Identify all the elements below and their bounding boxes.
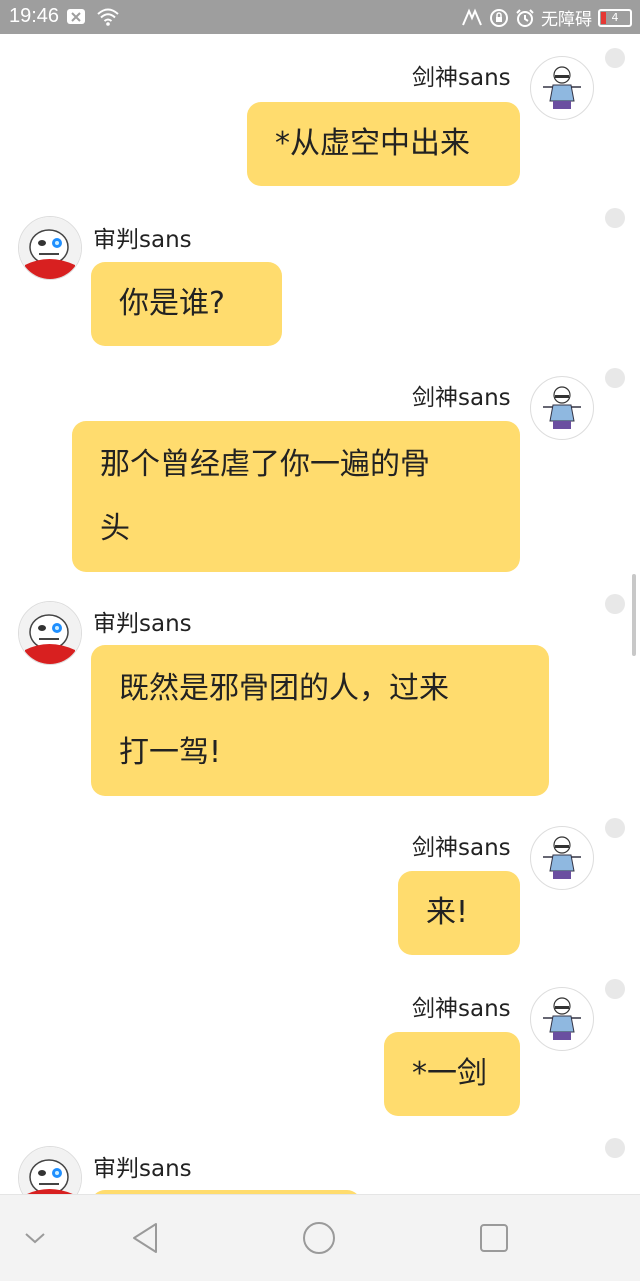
nfc-icon <box>462 7 482 25</box>
message-select-dot[interactable] <box>605 979 625 999</box>
sender-name: 审判sans <box>93 1156 192 1182</box>
accessibility-label: 无障碍 <box>541 10 592 30</box>
message-select-dot[interactable] <box>605 1138 625 1158</box>
sender-name: 剑神sans <box>412 65 511 91</box>
chevron-down-icon[interactable] <box>20 1221 50 1255</box>
sans-avatar-icon <box>543 997 581 1040</box>
notification-close-icon <box>67 9 85 24</box>
message-select-dot[interactable] <box>605 818 625 838</box>
avatar-shenpan[interactable] <box>18 216 82 280</box>
message-select-dot[interactable] <box>605 368 625 388</box>
sans-avatar-icon <box>543 836 581 879</box>
message-select-dot[interactable] <box>605 208 625 228</box>
scrollbar[interactable] <box>632 574 636 656</box>
avatar-jianshen[interactable] <box>530 987 594 1051</box>
message-select-dot[interactable] <box>605 594 625 614</box>
sans-judgement-avatar-icon <box>19 1147 81 1194</box>
message-line: 头 <box>100 511 130 546</box>
message-select-dot[interactable] <box>605 48 625 68</box>
avatar-shenpan[interactable] <box>18 1146 82 1194</box>
sans-judgement-avatar-icon <box>19 217 81 279</box>
message-bubble[interactable]: 既然是邪骨团的人，过来 打一驾! <box>91 645 549 796</box>
message-bubble[interactable]: 那个曾经虐了你一遍的骨 头 <box>72 421 520 572</box>
status-bar: 19:46 无障碍 4 <box>0 0 640 34</box>
home-icon[interactable] <box>302 1221 336 1255</box>
lock-rotation-icon <box>490 8 508 27</box>
battery-icon: 4 <box>598 8 632 27</box>
sans-avatar-icon <box>543 386 581 429</box>
alarm-icon <box>516 8 534 27</box>
battery-level: 4 <box>611 11 619 24</box>
message-line: 打一驾! <box>119 735 222 770</box>
message-bubble[interactable]: *从虚空中出来 <box>247 102 520 186</box>
sender-name: 审判sans <box>93 611 192 637</box>
avatar-jianshen[interactable] <box>530 376 594 440</box>
avatar-jianshen[interactable] <box>530 826 594 890</box>
message-line: 既然是邪骨团的人，过来 <box>119 671 449 706</box>
message-line: 那个曾经虐了你一遍的骨 <box>100 447 430 482</box>
message-bubble[interactable]: 来! <box>398 871 520 955</box>
sans-avatar-icon <box>543 66 581 109</box>
sender-name: 剑神sans <box>412 385 511 411</box>
wifi-icon <box>97 8 119 26</box>
navigation-bar <box>0 1194 640 1281</box>
chat-list[interactable]: 剑神sans *从虚空中出来 审判sans 你是谁? 剑神sans 那个曾经虐了… <box>0 34 640 1194</box>
message-bubble[interactable]: 你是谁? <box>91 262 282 346</box>
sender-name: 剑神sans <box>412 996 511 1022</box>
recents-icon[interactable] <box>477 1221 511 1255</box>
sender-name: 剑神sans <box>412 835 511 861</box>
status-time: 19:46 <box>9 5 60 27</box>
avatar-shenpan[interactable] <box>18 601 82 665</box>
sender-name: 审判sans <box>93 227 192 253</box>
message-bubble[interactable]: *一剑 <box>384 1032 520 1116</box>
avatar-jianshen[interactable] <box>530 56 594 120</box>
sans-judgement-avatar-icon <box>19 602 81 664</box>
back-icon[interactable] <box>128 1221 162 1255</box>
